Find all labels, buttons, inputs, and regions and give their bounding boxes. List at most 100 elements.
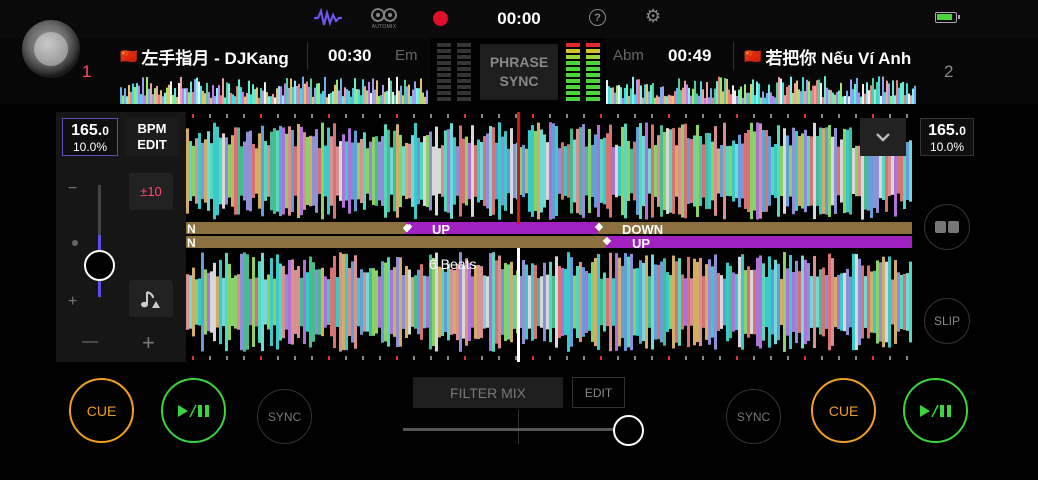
waveform-bar [267, 145, 270, 197]
bpm-edit-button[interactable]: BPM EDIT [126, 118, 178, 156]
waveform-bar [874, 89, 876, 104]
waveform-bar [840, 82, 842, 104]
waveform-bar [678, 127, 681, 215]
nudge-minus-button[interactable]: — [82, 333, 98, 351]
waveform-bar [370, 92, 372, 104]
deck2-collapse-button[interactable] [860, 118, 906, 156]
waveform-bar [240, 87, 242, 104]
deck1-play-pause-button[interactable] [161, 378, 226, 443]
waveform-bar [699, 135, 702, 207]
waveform-bar [232, 94, 234, 104]
deck1-sync-label: SYNC [267, 409, 302, 424]
waveform-bar [822, 128, 825, 214]
waveform-bar [711, 141, 714, 201]
waveform-bar [284, 83, 286, 104]
beat-tick [277, 356, 279, 360]
deck2-overview-waveform[interactable] [606, 74, 916, 104]
waveform-bar [462, 138, 465, 204]
waveform-bar [204, 269, 207, 335]
waveform-bar [372, 137, 375, 205]
record-button[interactable] [433, 11, 448, 26]
tempo-slider-handle[interactable] [84, 249, 115, 281]
waveform-bar [468, 142, 471, 200]
deck1-overview-waveform[interactable] [120, 74, 428, 104]
beat-tick [549, 356, 551, 360]
deck1-bpm-display[interactable]: 165.0 10.0% [62, 118, 118, 156]
waveform-bar [699, 257, 702, 347]
waveform-bar [642, 97, 644, 104]
deck1-sync-button[interactable]: SYNC [257, 389, 312, 444]
waveform-bar [342, 96, 344, 104]
waveform-bar [459, 125, 462, 217]
waveform-bar [384, 262, 387, 342]
waveform-bar [378, 141, 381, 201]
deck2-bpm-display[interactable]: 165.0 10.0% [920, 118, 974, 156]
filter-mix-edit-button[interactable]: EDIT [572, 377, 625, 408]
help-symbol: ? [594, 11, 601, 24]
waveform-bar [746, 92, 748, 104]
waveform-bar [808, 81, 810, 104]
deck2-track[interactable]: 🇨🇳 若把你 Nếu Ví Anh [744, 44, 920, 68]
waveform-bar [860, 96, 862, 104]
deck1-cue-button[interactable]: CUE [69, 378, 134, 443]
waveform-bar [230, 92, 232, 104]
waveform-bar [777, 125, 780, 217]
waveform-bar [648, 148, 651, 194]
main-waveform-display[interactable] [186, 112, 912, 362]
waveform-bar [726, 78, 728, 104]
filter-mix-button[interactable]: FILTER MIX [413, 377, 563, 408]
crossfader-handle[interactable] [612, 415, 644, 446]
waveform-bar [681, 124, 684, 218]
waveform-bar [768, 256, 771, 348]
waveform-bar [156, 85, 158, 104]
waveform-bar [190, 81, 192, 104]
waveform-bar [534, 265, 537, 339]
waveform-bar [762, 130, 765, 212]
filter-mix-label: FILTER MIX [450, 384, 526, 401]
waveform-bar [636, 268, 639, 336]
waveform-bar [698, 95, 700, 104]
waveform-bar [417, 269, 420, 335]
master-tempo-button[interactable] [129, 280, 173, 317]
phrase-sync-button[interactable]: PHRASE SYNC [480, 44, 558, 100]
tempo-range-button[interactable]: ±10 [129, 173, 173, 210]
nudge-plus-button[interactable]: + [142, 330, 155, 356]
deck2-cue-button[interactable]: CUE [811, 378, 876, 443]
waveform-bar [480, 266, 483, 338]
waveform-bar [429, 131, 432, 211]
waveform-bar [878, 76, 880, 104]
waveform-bar [585, 270, 588, 334]
jog-wheel-button[interactable] [22, 20, 80, 78]
waveform-bar [192, 267, 195, 337]
waveform-bar [723, 278, 726, 326]
settings-gear-icon[interactable]: ⚙ [645, 6, 661, 27]
waveform-bar [186, 88, 188, 104]
waveform-bar [194, 79, 196, 104]
deck2-sync-button[interactable]: SYNC [726, 389, 781, 444]
slip-button[interactable]: SLIP [924, 298, 970, 344]
waveform-bar [477, 264, 480, 340]
deck1-time: 00:30 [328, 46, 372, 65]
waveform-bar [290, 78, 292, 104]
dual-view-button[interactable] [924, 204, 970, 250]
waveform-bar [776, 82, 778, 104]
waveform-bar [216, 87, 218, 104]
waveform-bar [618, 257, 621, 347]
waveform-view-icon[interactable] [313, 8, 343, 28]
deck2-play-pause-button[interactable] [903, 378, 968, 443]
waveform-bar [170, 81, 172, 104]
waveform-bar [392, 91, 394, 104]
help-icon[interactable]: ? [589, 9, 606, 26]
waveform-bar [142, 77, 144, 104]
crossfader-track[interactable] [403, 428, 629, 431]
waveform-bar [856, 77, 858, 104]
waveform-bar [273, 128, 276, 214]
waveform-bar [732, 140, 735, 202]
waveform-bar [632, 76, 634, 104]
waveform-bar [688, 87, 690, 104]
deck1-track[interactable]: 🇨🇳 左手指月 - DJKang [120, 44, 302, 68]
waveform-bar [573, 139, 576, 203]
waveform-bar [627, 256, 630, 348]
waveform-bar [158, 94, 160, 104]
automix-button[interactable]: AUTOMIX [368, 6, 400, 32]
